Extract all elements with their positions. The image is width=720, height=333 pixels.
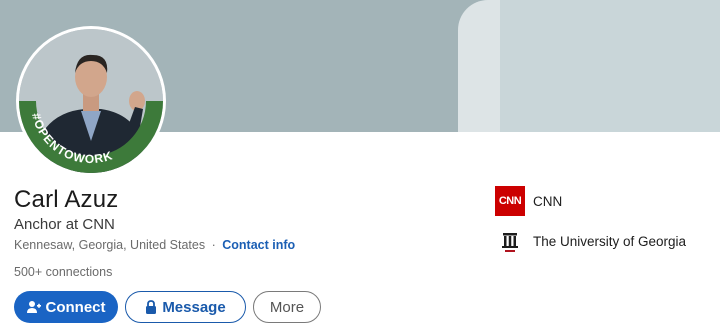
avatar: #OPENTOWORK bbox=[19, 29, 163, 173]
open-to-work-text: #OPENTOWORK bbox=[29, 111, 114, 166]
org-item-cnn[interactable]: CNN CNN bbox=[495, 185, 686, 217]
location-separator: · bbox=[211, 238, 216, 252]
more-button[interactable]: More bbox=[253, 291, 321, 323]
connect-button-label: Connect bbox=[45, 298, 106, 316]
profile-actions: Connect Message More bbox=[14, 291, 321, 323]
connect-button[interactable]: Connect bbox=[14, 291, 118, 323]
profile-name: Carl Azuz bbox=[14, 186, 119, 213]
organizations-list: CNN CNN The University of Georgia bbox=[495, 185, 686, 265]
uga-arch-logo-icon bbox=[495, 226, 525, 256]
message-button[interactable]: Message bbox=[125, 291, 246, 323]
connections-count[interactable]: 500+ connections bbox=[14, 265, 112, 279]
profile-photo[interactable]: #OPENTOWORK bbox=[16, 26, 166, 176]
lock-icon bbox=[145, 300, 157, 314]
cnn-logo-icon: CNN bbox=[495, 186, 525, 216]
contact-info-link[interactable]: Contact info bbox=[222, 238, 295, 252]
org-name: The University of Georgia bbox=[533, 233, 687, 249]
profile-headline: Anchor at CNN bbox=[14, 216, 115, 233]
location-row: Kennesaw, Georgia, United States · Conta… bbox=[14, 238, 295, 252]
banner-panel-right bbox=[500, 0, 720, 132]
open-to-work-badge: #OPENTOWORK bbox=[29, 111, 115, 166]
message-button-label: Message bbox=[162, 298, 226, 316]
org-name: CNN bbox=[533, 193, 563, 209]
add-person-icon bbox=[26, 300, 41, 314]
svg-text:#OPENTOWORK: #OPENTOWORK bbox=[29, 111, 115, 166]
location-text: Kennesaw, Georgia, United States bbox=[14, 238, 206, 252]
org-item-uga[interactable]: The University of Georgia bbox=[495, 225, 686, 257]
